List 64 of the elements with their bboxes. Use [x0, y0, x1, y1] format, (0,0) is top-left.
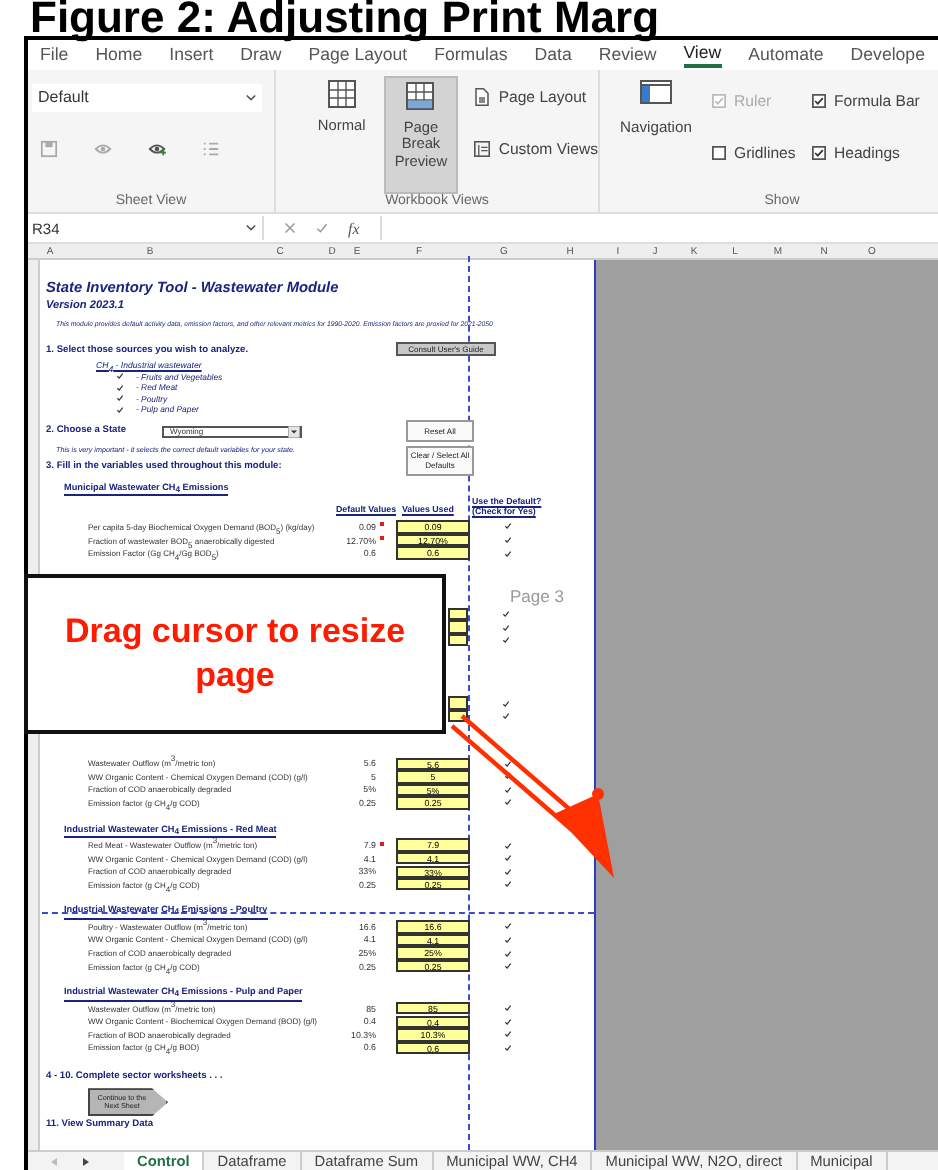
grid-icon: [406, 81, 435, 110]
default-checkbox[interactable]: [504, 949, 512, 958]
scroll-right-icon[interactable]: [80, 1156, 92, 1169]
comment-marker: [380, 841, 384, 846]
eye-add-icon[interactable]: [148, 139, 166, 158]
default-checkbox[interactable]: [504, 935, 512, 944]
default-checkbox[interactable]: [502, 712, 510, 721]
ribbon-tab[interactable]: Data: [534, 43, 572, 66]
ribbon-tab[interactable]: Draw: [240, 43, 282, 66]
default-checkbox[interactable]: [504, 759, 512, 768]
caret-icon: [246, 224, 256, 233]
page-icon: [474, 87, 491, 106]
value-input-cell[interactable]: [448, 607, 468, 621]
ribbon-tab[interactable]: Insert: [169, 43, 214, 66]
source-checkbox[interactable]: [116, 405, 124, 414]
value-input-cell[interactable]: [448, 696, 468, 710]
default-checkbox[interactable]: [504, 1030, 512, 1039]
enter-icon[interactable]: [316, 222, 328, 235]
default-checkbox[interactable]: [504, 922, 512, 931]
value-input-cell[interactable]: [448, 620, 468, 634]
ribbon-tab[interactable]: Automate: [748, 43, 824, 66]
sheet-view-dropdown[interactable]: Default: [32, 83, 262, 112]
default-checkbox[interactable]: [504, 962, 512, 971]
comment-marker: [380, 522, 384, 527]
default-checkbox[interactable]: [504, 841, 512, 850]
default-checkbox[interactable]: [502, 623, 510, 632]
default-checkbox[interactable]: [502, 699, 510, 708]
callout-text: Drag cursor to resize page: [62, 610, 408, 698]
default-checkbox[interactable]: [504, 1017, 512, 1026]
default-checkbox[interactable]: [502, 610, 510, 619]
grid-icon: [327, 79, 356, 108]
source-checkbox[interactable]: [116, 372, 124, 381]
panel-icon: [640, 79, 672, 104]
page-number-label: Page 3: [510, 586, 564, 606]
default-checkbox[interactable]: [502, 636, 510, 645]
default-checkbox[interactable]: [504, 522, 512, 531]
checkbox[interactable]: [712, 145, 726, 160]
default-checkbox[interactable]: [504, 1004, 512, 1013]
ribbon-tab[interactable]: Page Layout: [308, 43, 408, 66]
default-checkbox[interactable]: [504, 798, 512, 807]
cancel-icon[interactable]: [284, 222, 296, 235]
checkbox[interactable]: [812, 93, 826, 108]
caret-icon: [246, 93, 256, 102]
checkbox[interactable]: [812, 145, 826, 160]
ribbon-tab[interactable]: Review: [598, 43, 657, 66]
caret-icon: [288, 425, 300, 438]
ribbon-tab[interactable]: Develope: [850, 43, 925, 66]
default-checkbox[interactable]: [504, 1043, 512, 1052]
comment-marker: [380, 536, 384, 541]
default-checkbox[interactable]: [504, 880, 512, 889]
default-checkbox[interactable]: [504, 785, 512, 794]
default-checkbox[interactable]: [504, 854, 512, 863]
insert-function-button[interactable]: fx: [348, 219, 360, 238]
ribbon-tab[interactable]: Formulas: [434, 43, 508, 66]
default-checkbox[interactable]: [504, 549, 512, 558]
ribbon-tab[interactable]: File: [40, 43, 69, 66]
default-checkbox[interactable]: [504, 536, 512, 545]
window-icon: [474, 139, 491, 158]
default-checkbox[interactable]: [504, 772, 512, 781]
default-checkbox[interactable]: [504, 867, 512, 876]
ribbon-tab[interactable]: Home: [95, 43, 143, 66]
source-checkbox[interactable]: [116, 383, 124, 392]
source-checkbox[interactable]: [116, 394, 124, 403]
value-input-cell[interactable]: [448, 634, 468, 647]
